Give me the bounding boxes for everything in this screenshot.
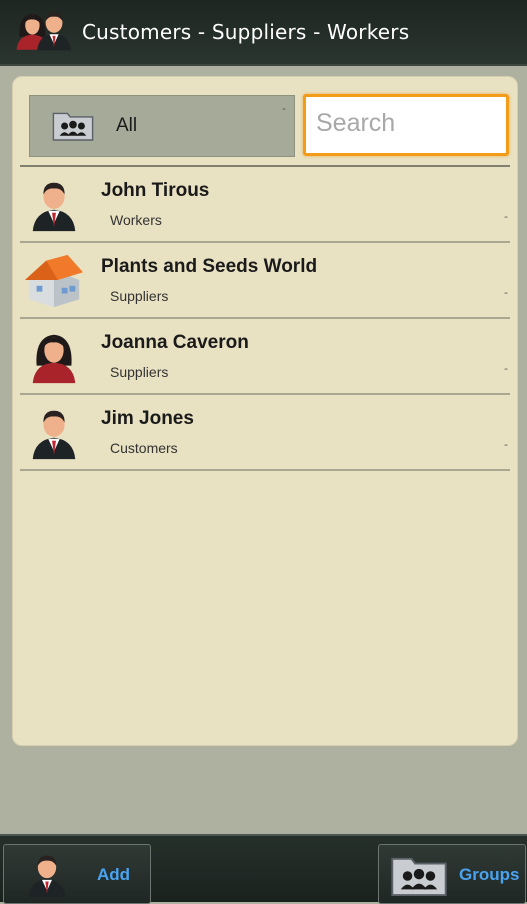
- contact-list: John Tirous Workers - Plants and Seeds W…: [20, 167, 510, 471]
- people-icon: [6, 4, 72, 58]
- contact-name: John Tirous: [101, 180, 210, 201]
- contacts-panel: All - John Tirous Workers - Plants and S…: [12, 76, 518, 746]
- man-avatar-icon: [24, 175, 84, 233]
- man-avatar-icon: [24, 403, 84, 461]
- contact-dash: -: [504, 438, 508, 451]
- groups-button[interactable]: Groups: [378, 844, 526, 904]
- search-field[interactable]: [303, 94, 509, 156]
- contact-row[interactable]: Joanna Caveron Suppliers -: [20, 319, 510, 395]
- groups-folder-icon: [389, 855, 449, 897]
- contact-group: Suppliers: [110, 364, 169, 380]
- contact-name: Plants and Seeds World: [101, 256, 318, 277]
- contact-dash: -: [504, 362, 508, 375]
- contact-dash: -: [504, 210, 508, 223]
- contact-dash: -: [504, 286, 508, 299]
- contact-name: Joanna Caveron: [101, 332, 249, 353]
- contact-row[interactable]: John Tirous Workers -: [20, 167, 510, 243]
- groups-folder-icon: [52, 110, 94, 142]
- contact-row[interactable]: Jim Jones Customers -: [20, 395, 510, 471]
- add-contact-icon: [22, 847, 72, 901]
- groups-button-label: Groups: [459, 865, 520, 884]
- contact-name: Jim Jones: [101, 408, 194, 429]
- building-icon: [24, 251, 84, 309]
- group-selector[interactable]: All -: [29, 95, 295, 157]
- title-bar: Customers - Suppliers - Workers: [0, 0, 527, 66]
- group-selector-label: All: [116, 115, 138, 136]
- add-button-label: Add: [97, 865, 131, 884]
- bottom-toolbar: Add Groups: [0, 834, 527, 904]
- contact-group: Suppliers: [110, 288, 169, 304]
- contact-group: Workers: [110, 212, 162, 228]
- contact-row[interactable]: Plants and Seeds World Suppliers -: [20, 243, 510, 319]
- woman-avatar-icon: [24, 327, 84, 385]
- search-input[interactable]: [306, 97, 502, 149]
- page-title: Customers - Suppliers - Workers: [82, 20, 410, 44]
- add-button[interactable]: Add: [3, 844, 151, 904]
- group-selector-dash: -: [282, 102, 286, 115]
- contact-group: Customers: [110, 440, 178, 456]
